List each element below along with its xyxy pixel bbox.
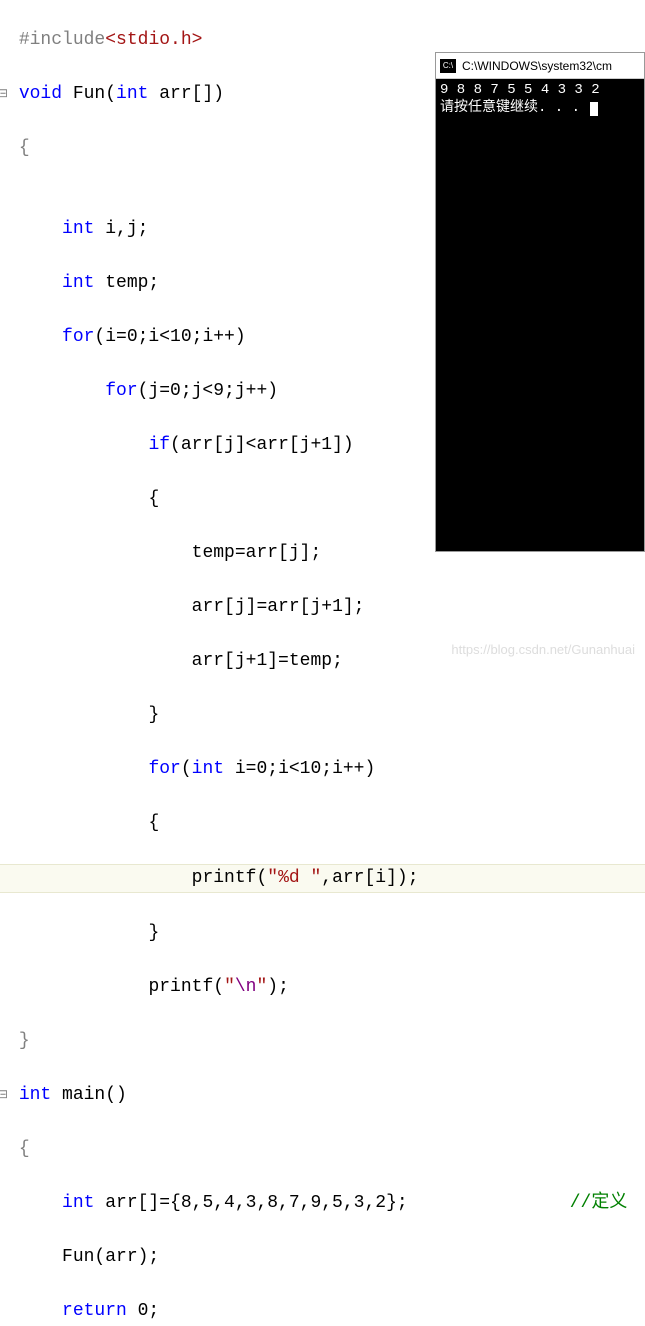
include-file: <stdio.h> xyxy=(105,30,202,50)
console-titlebar[interactable]: C:\ C:\WINDOWS\system32\cm xyxy=(436,53,644,79)
code-line-active: printf("%d ",arr[i]); xyxy=(0,864,645,893)
keyword: return xyxy=(62,1301,127,1321)
code-line: { xyxy=(0,810,645,837)
string: "%d " xyxy=(267,868,321,888)
fold-icon[interactable]: ⊟ xyxy=(0,1086,8,1104)
preprocessor: #include xyxy=(19,30,105,50)
console-title: C:\WINDOWS\system32\cm xyxy=(462,57,612,75)
code-line: } xyxy=(0,1028,645,1055)
keyword: int xyxy=(62,1193,94,1213)
keyword: for xyxy=(62,327,94,347)
brace: { xyxy=(19,1139,30,1159)
code-line: int arr[]={8,5,4,3,8,7,9,5,3,2}; //定义 xyxy=(0,1190,645,1217)
code-line: for(int i=0;i<10;i++) xyxy=(0,756,645,783)
keyword: int xyxy=(62,219,94,239)
code-line: } xyxy=(0,920,645,947)
keyword: int xyxy=(116,84,148,104)
keyword: int xyxy=(192,759,224,779)
console-window[interactable]: C:\ C:\WINDOWS\system32\cm 9 8 8 7 5 5 4… xyxy=(435,52,645,552)
comment: //定义 xyxy=(570,1193,628,1213)
string: " xyxy=(224,977,235,997)
keyword: for xyxy=(148,759,180,779)
code-line: arr[j]=arr[j+1]; xyxy=(0,594,645,621)
string: " xyxy=(256,977,267,997)
code-line: return 0; xyxy=(0,1298,645,1325)
brace: } xyxy=(19,1031,30,1051)
keyword: int xyxy=(62,273,94,293)
keyword: for xyxy=(105,381,137,401)
console-output-line: 请按任意键继续. . . xyxy=(440,99,640,117)
code-line: { xyxy=(0,1136,645,1163)
keyword: int xyxy=(19,1085,51,1105)
code-line: ⊟ int main() xyxy=(0,1082,645,1109)
fold-icon[interactable]: ⊟ xyxy=(0,85,8,103)
console-output-line: 9 8 8 7 5 5 4 3 3 2 xyxy=(440,81,640,99)
code-line: Fun(arr); xyxy=(0,1244,645,1271)
code-line: printf("\n"); xyxy=(0,974,645,1001)
code-line: #include<stdio.h> xyxy=(0,27,645,54)
watermark: https://blog.csdn.net/Gunanhuai xyxy=(451,640,635,660)
keyword: if xyxy=(148,435,170,455)
console-body[interactable]: 9 8 8 7 5 5 4 3 3 2 请按任意键继续. . . xyxy=(436,79,644,119)
cursor-icon xyxy=(590,102,598,116)
brace: { xyxy=(19,138,30,158)
keyword: void xyxy=(19,84,62,104)
escape-char: \n xyxy=(235,977,257,997)
code-line: } xyxy=(0,702,645,729)
cmd-icon: C:\ xyxy=(440,59,456,73)
